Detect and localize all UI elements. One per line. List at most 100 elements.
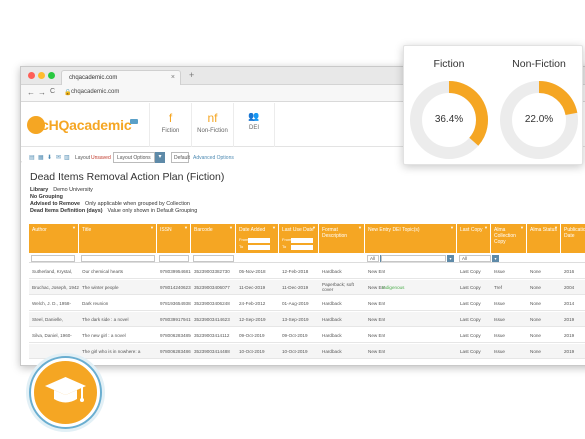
table-cell: 12-Feb-2018 [282,269,309,274]
column-header[interactable]: Author ▼ [29,224,79,253]
advanced-options-link[interactable]: Advanced Options [193,155,234,161]
table-cell: Paperback; soft cover [322,282,354,292]
layout-status: Unsaved [91,155,111,161]
close-window-icon[interactable] [28,72,35,79]
browser-tab[interactable]: chqacademic.com × [61,70,181,85]
table-cell [379,344,457,359]
new-tab-icon[interactable]: + [189,70,194,80]
table-row[interactable]: The girl who is in nowhere: a 97800628348… [29,344,585,359]
sort-caret-icon[interactable]: ▼ [358,225,362,231]
tab-close-icon[interactable]: × [171,74,175,81]
table-cell: 10-Oct-2019 [236,360,279,365]
column-filter-input[interactable] [31,255,75,262]
table-cell: 35239003406077 [194,285,230,290]
maximize-window-icon[interactable] [48,72,55,79]
table-cell: Issue [494,349,505,354]
tab-fiction[interactable]: f Fiction [149,103,191,147]
table-row[interactable]: Bruchac, Joseph, 1942- The winter people 9… [29,280,585,295]
table-row[interactable]: ... a novel97800628310753523900341404810… [29,360,585,365]
column-header-label: Alma Status [530,227,557,233]
table-cell: Issue [494,301,505,306]
minimize-window-icon[interactable] [38,72,45,79]
column-header[interactable]: New Entry DEI Topic(s) ▼ [365,224,457,253]
table-cell: The new girl : a novel [82,333,126,338]
table-cell[interactable]: Indigenous [379,280,457,295]
download-icon[interactable]: ⬇ [47,154,52,161]
tab-dei[interactable]: 👥 DEI [233,103,275,147]
sort-caret-icon[interactable]: ▼ [484,225,488,231]
sort-caret-icon[interactable]: ▼ [72,225,76,231]
forward-icon[interactable]: → [38,88,46,97]
tab-label: DEI [248,125,259,131]
table-row[interactable]: Sutherland, Krystal, Our chemical hearts 9… [29,264,585,279]
table-cell: 10-Oct-2019 [279,360,319,365]
table-cell: 35239003414623 [194,317,230,322]
table-row[interactable]: Welch, J. D., 1958- Dark reunion 978193654… [29,296,585,311]
column-filter-input[interactable] [159,255,189,262]
sort-caret-icon[interactable]: ▼ [150,225,154,231]
date-from-input[interactable] [291,238,313,243]
email-icon[interactable]: ✉ [56,154,61,161]
export-icon[interactable]: ▦ [38,154,44,161]
report-meta: Library Demo University No Grouping Advis… [30,187,197,215]
date-from-input[interactable] [248,238,270,243]
column-header-label: Date Added [239,227,266,233]
table-cell: 2016 [564,269,575,274]
column-header[interactable]: Title ▼ [79,224,157,253]
sort-caret-icon[interactable]: ▼ [520,225,524,231]
new-entry-filter[interactable]: All [367,255,379,262]
meta-advised: Advised to Remove Only applicable when gr… [30,201,190,207]
back-icon[interactable]: ← [27,88,35,97]
column-filter-input[interactable] [193,255,234,262]
column-header[interactable]: Format Description ▼ [319,224,365,253]
tab-non-fiction[interactable]: nf Non-Fiction [191,103,233,147]
date-to-label: To [239,244,244,249]
default-button[interactable]: Default [171,152,190,163]
sort-caret-icon[interactable]: ▼ [312,225,316,231]
sort-caret-icon[interactable]: ▼ [450,225,454,231]
fiction-percent: 36.4% [434,114,464,125]
table-cell: Issue [491,360,527,365]
table-cell: 35239003382730 [194,269,230,274]
table-cell: 9780399546815 [160,269,191,274]
column-header[interactable]: Barcode ▼ [191,224,236,253]
date-to-input[interactable] [291,245,313,250]
column-header-label: ISSN [160,227,172,233]
column-filter-input[interactable] [81,255,155,262]
sort-caret-icon[interactable]: ▼ [184,225,188,231]
table-cell: The girl who is in nowhere: a [82,349,141,354]
column-header[interactable]: Publication Date▼ [561,224,585,253]
reload-icon[interactable]: C [50,88,55,95]
chevron-down-icon[interactable]: ▾ [447,255,454,262]
sort-caret-icon[interactable]: ▼ [229,225,233,231]
print-icon[interactable]: ▤ [29,154,35,161]
date-to-input[interactable] [248,245,270,250]
table-cell: Hardback [319,360,365,365]
screenshot: chqacademic.com × + ← → C 🔒 chqacademic.… [0,0,585,439]
url-field[interactable]: chqacademic.com [71,89,119,95]
last-copy-filter[interactable]: All [459,255,491,262]
table-cell: Issue [494,269,505,274]
layout-options-select[interactable]: Layout Options [113,152,155,163]
column-header[interactable]: Last Copy ▼ [457,224,491,253]
column-filter-input[interactable] [381,255,446,262]
column-header[interactable]: Alma Status ▼ [527,224,561,253]
table-row[interactable]: Steel, Danielle, The dark side : a novel 9… [29,312,585,327]
chevron-down-icon[interactable]: ▾ [155,152,165,163]
column-header[interactable]: Last Use Date ▼ From To [279,224,319,253]
table-cell: Sutherland, Krystal, [32,269,73,274]
table-cell: Bruchac, Joseph, 1942- [32,285,79,290]
chevron-down-icon[interactable]: ▾ [492,255,499,262]
tab-label: Non-Fiction [197,128,228,134]
sort-caret-icon[interactable]: ▼ [272,225,276,231]
table-row[interactable]: Silva, Daniel, 1960- The new girl : a nov… [29,328,585,343]
table-cell: 35239003414488 [194,349,230,354]
sidebar-toggle-icon[interactable]: › [21,157,22,166]
column-header-label: Barcode [194,227,213,233]
sort-caret-icon[interactable]: ▼ [554,225,558,231]
table-cell: Hardback [322,333,342,338]
chart-icon[interactable]: ▥ [64,154,70,161]
column-header[interactable]: Alma Collection Copy ▼ [491,224,527,253]
column-header[interactable]: Date Added ▼ From To [236,224,279,253]
column-header[interactable]: ISSN ▼ [157,224,191,253]
